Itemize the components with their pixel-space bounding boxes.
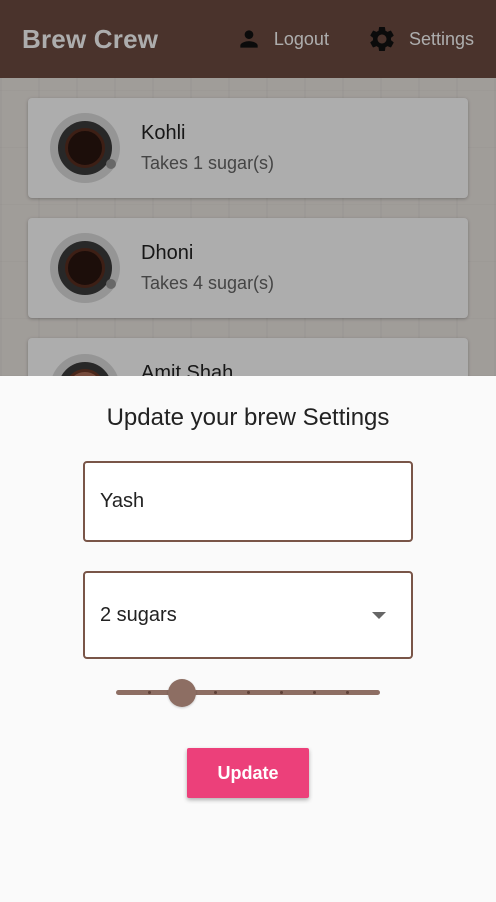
- name-field[interactable]: Yash: [83, 461, 413, 542]
- sugars-dropdown[interactable]: 2 sugars: [83, 571, 413, 659]
- sugars-dropdown-value: 2 sugars: [100, 603, 177, 626]
- update-button[interactable]: Update: [187, 748, 309, 798]
- slider-tick: [346, 691, 349, 694]
- slider-tick: [280, 691, 283, 694]
- dropdown-arrow-icon: [372, 611, 386, 619]
- slider-tick: [247, 691, 250, 694]
- slider-tick: [148, 691, 151, 694]
- modal-scrim[interactable]: [0, 0, 496, 376]
- strength-slider[interactable]: [116, 678, 380, 708]
- slider-tick: [214, 691, 217, 694]
- slider-tick: [313, 691, 316, 694]
- settings-sheet: Update your brew Settings Yash 2 sugars …: [0, 376, 496, 902]
- sheet-title: Update your brew Settings: [106, 404, 390, 431]
- name-field-value: Yash: [100, 490, 145, 512]
- slider-thumb[interactable]: [168, 679, 196, 707]
